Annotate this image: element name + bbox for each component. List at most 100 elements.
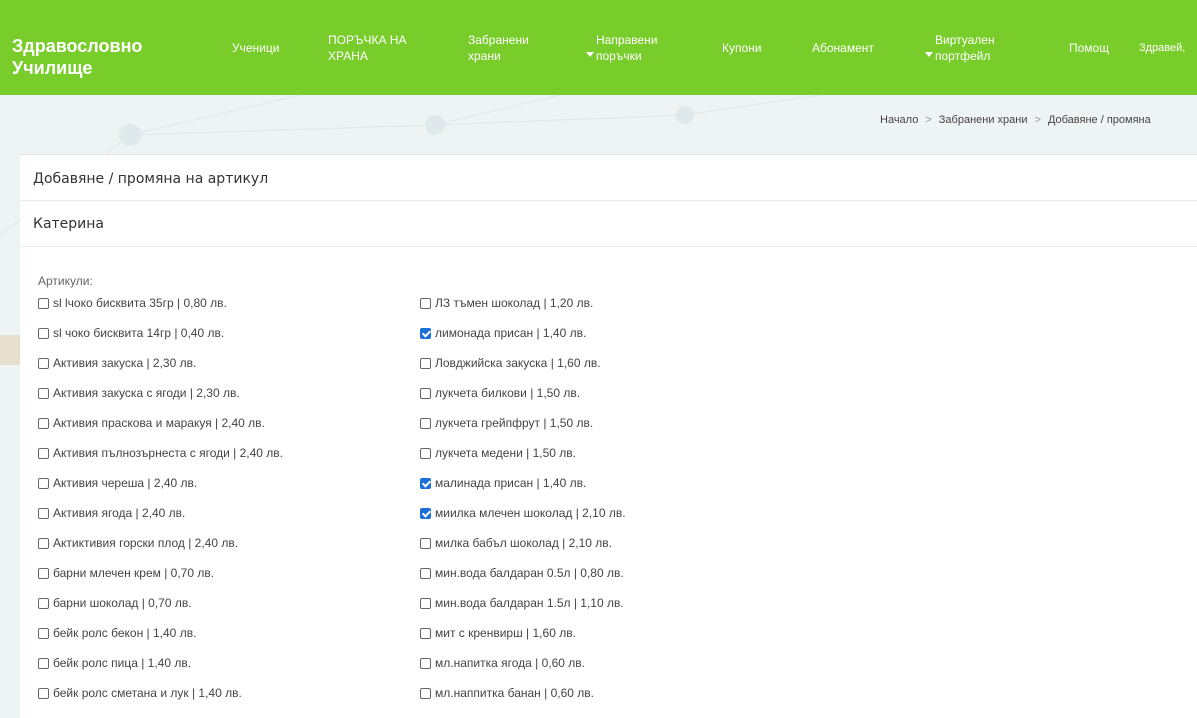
- article-checkbox[interactable]: [420, 328, 431, 339]
- article-item[interactable]: милка бабъл шоколад | 2,10 лв.: [420, 536, 626, 566]
- nav-subscription[interactable]: Абонамент: [812, 40, 874, 56]
- breadcrumb-home[interactable]: Начало: [880, 114, 918, 126]
- article-checkbox[interactable]: [420, 478, 431, 489]
- article-item[interactable]: Активия череша | 2,40 лв.: [38, 476, 283, 506]
- article-checkbox[interactable]: [38, 328, 49, 339]
- article-item[interactable]: лукчета билкови | 1,50 лв.: [420, 386, 626, 416]
- article-label[interactable]: Актиктивия горски плод | 2,40 лв.: [53, 536, 238, 551]
- article-label[interactable]: мин.вода балдаран 1.5л | 1,10 лв.: [435, 596, 624, 611]
- article-item[interactable]: лукчета медени | 1,50 лв.: [420, 446, 626, 476]
- article-item[interactable]: Активия пълнозърнеста с ягоди | 2,40 лв.: [38, 446, 283, 476]
- article-label[interactable]: лукчета медени | 1,50 лв.: [435, 446, 576, 461]
- article-checkbox[interactable]: [420, 298, 431, 309]
- article-item[interactable]: бейк ролс сметана и лук | 1,40 лв.: [38, 686, 283, 716]
- article-label[interactable]: Ловджийска закуска | 1,60 лв.: [435, 356, 601, 371]
- article-label[interactable]: мит с кренвирш | 1,60 лв.: [435, 626, 576, 641]
- article-item[interactable]: мит с кренвирш | 1,60 лв.: [420, 626, 626, 656]
- article-checkbox[interactable]: [420, 568, 431, 579]
- article-item[interactable]: лукчета грейпфрут | 1,50 лв.: [420, 416, 626, 446]
- article-item[interactable]: мл.наппитка банан | 0,60 лв.: [420, 686, 626, 716]
- article-checkbox[interactable]: [38, 478, 49, 489]
- article-checkbox[interactable]: [420, 628, 431, 639]
- article-checkbox[interactable]: [38, 358, 49, 369]
- article-checkbox[interactable]: [420, 388, 431, 399]
- article-item[interactable]: Активия закуска | 2,30 лв.: [38, 356, 283, 386]
- articles-column-left: sl lчоко бисквита 35гр | 0,80 лв. sl чоко…: [38, 296, 283, 716]
- article-checkbox[interactable]: [420, 538, 431, 549]
- article-item[interactable]: ЛЗ тъмен шоколад | 1,20 лв.: [420, 296, 626, 326]
- article-checkbox[interactable]: [420, 508, 431, 519]
- article-label[interactable]: ЛЗ тъмен шоколад | 1,20 лв.: [435, 296, 593, 311]
- article-item[interactable]: Активия праскова и маракуя | 2,40 лв.: [38, 416, 283, 446]
- article-label[interactable]: бейк ролс пица | 1,40 лв.: [53, 656, 191, 671]
- nav-virtual-wallet[interactable]: Виртуален портфейл: [925, 32, 1015, 64]
- article-checkbox[interactable]: [38, 598, 49, 609]
- article-checkbox[interactable]: [38, 418, 49, 429]
- article-checkbox[interactable]: [420, 448, 431, 459]
- article-item[interactable]: Активия закуска с ягоди | 2,30 лв.: [38, 386, 283, 416]
- article-label[interactable]: лукчета грейпфрут | 1,50 лв.: [435, 416, 593, 431]
- top-navbar: Здравословно Училище Ученици ПОРЪЧКА НА …: [0, 0, 1197, 95]
- article-label[interactable]: Активия пълнозърнеста с ягоди | 2,40 лв.: [53, 446, 283, 461]
- card-title: Добавяне / промяна на артикул: [20, 155, 1197, 201]
- article-label[interactable]: лимонада присан | 1,40 лв.: [435, 326, 586, 341]
- article-item[interactable]: барни млечен крем | 0,70 лв.: [38, 566, 283, 596]
- article-checkbox[interactable]: [38, 388, 49, 399]
- article-label[interactable]: мл.напитка ягода | 0,60 лв.: [435, 656, 585, 671]
- article-label[interactable]: бейк ролс бекон | 1,40 лв.: [53, 626, 196, 641]
- nav-food-order[interactable]: ПОРЪЧКА НА ХРАНА: [328, 32, 428, 64]
- nav-made-orders[interactable]: Направени поръчки: [586, 32, 676, 64]
- nav-help[interactable]: Помощ: [1069, 40, 1109, 56]
- article-checkbox[interactable]: [420, 358, 431, 369]
- article-label[interactable]: малинада присан | 1,40 лв.: [435, 476, 586, 491]
- nav-coupons[interactable]: Купони: [722, 40, 762, 56]
- nav-forbidden-foods[interactable]: Забранени храни: [468, 32, 548, 64]
- article-label[interactable]: барни млечен крем | 0,70 лв.: [53, 566, 214, 581]
- article-item[interactable]: Активия ягода | 2,40 лв.: [38, 506, 283, 536]
- article-item[interactable]: мин.вода балдаран 1.5л | 1,10 лв.: [420, 596, 626, 626]
- article-checkbox[interactable]: [420, 418, 431, 429]
- article-label[interactable]: sl чоко бисквита 14гр | 0,40 лв.: [53, 326, 224, 341]
- article-label[interactable]: миилка млечен шоколад | 2,10 лв.: [435, 506, 626, 521]
- article-label[interactable]: милка бабъл шоколад | 2,10 лв.: [435, 536, 612, 551]
- article-checkbox[interactable]: [420, 658, 431, 669]
- article-item[interactable]: sl lчоко бисквита 35гр | 0,80 лв.: [38, 296, 283, 326]
- brand-logo[interactable]: Здравословно Училище: [12, 35, 202, 79]
- breadcrumb-forbidden-foods[interactable]: Забранени храни: [939, 114, 1028, 126]
- article-label[interactable]: мин.вода балдаран 0.5л | 0,80 лв.: [435, 566, 624, 581]
- article-label[interactable]: Активия закуска с ягоди | 2,30 лв.: [53, 386, 240, 401]
- article-label[interactable]: барни шоколад | 0,70 лв.: [53, 596, 192, 611]
- article-label[interactable]: бейк ролс сметана и лук | 1,40 лв.: [53, 686, 242, 701]
- article-item[interactable]: миилка млечен шоколад | 2,10 лв.: [420, 506, 626, 536]
- article-checkbox[interactable]: [420, 598, 431, 609]
- article-item[interactable]: мл.напитка ягода | 0,60 лв.: [420, 656, 626, 686]
- nav-greeting[interactable]: Здравей,: [1139, 40, 1185, 56]
- article-label[interactable]: Активия ягода | 2,40 лв.: [53, 506, 185, 521]
- article-item[interactable]: барни шоколад | 0,70 лв.: [38, 596, 283, 626]
- article-label[interactable]: лукчета билкови | 1,50 лв.: [435, 386, 580, 401]
- article-item[interactable]: Актиктивия горски плод | 2,40 лв.: [38, 536, 283, 566]
- article-item[interactable]: бейк ролс бекон | 1,40 лв.: [38, 626, 283, 656]
- article-checkbox[interactable]: [38, 568, 49, 579]
- article-item[interactable]: мин.вода балдаран 0.5л | 0,80 лв.: [420, 566, 626, 596]
- article-item[interactable]: малинада присан | 1,40 лв.: [420, 476, 626, 506]
- article-label[interactable]: sl lчоко бисквита 35гр | 0,80 лв.: [53, 296, 227, 311]
- article-item[interactable]: sl чоко бисквита 14гр | 0,40 лв.: [38, 326, 283, 356]
- article-label[interactable]: мл.наппитка банан | 0,60 лв.: [435, 686, 594, 701]
- article-checkbox[interactable]: [38, 538, 49, 549]
- article-item[interactable]: Ловджийска закуска | 1,60 лв.: [420, 356, 626, 386]
- article-checkbox[interactable]: [38, 298, 49, 309]
- article-checkbox[interactable]: [38, 688, 49, 699]
- article-label[interactable]: Активия праскова и маракуя | 2,40 лв.: [53, 416, 265, 431]
- article-checkbox[interactable]: [38, 658, 49, 669]
- article-checkbox[interactable]: [420, 688, 431, 699]
- nav-students[interactable]: Ученици: [232, 40, 279, 56]
- article-item[interactable]: лимонада присан | 1,40 лв.: [420, 326, 626, 356]
- chevron-down-icon: [925, 52, 933, 57]
- article-checkbox[interactable]: [38, 508, 49, 519]
- article-label[interactable]: Активия череша | 2,40 лв.: [53, 476, 197, 491]
- article-item[interactable]: бейк ролс пица | 1,40 лв.: [38, 656, 283, 686]
- article-checkbox[interactable]: [38, 628, 49, 639]
- article-label[interactable]: Активия закуска | 2,30 лв.: [53, 356, 196, 371]
- article-checkbox[interactable]: [38, 448, 49, 459]
